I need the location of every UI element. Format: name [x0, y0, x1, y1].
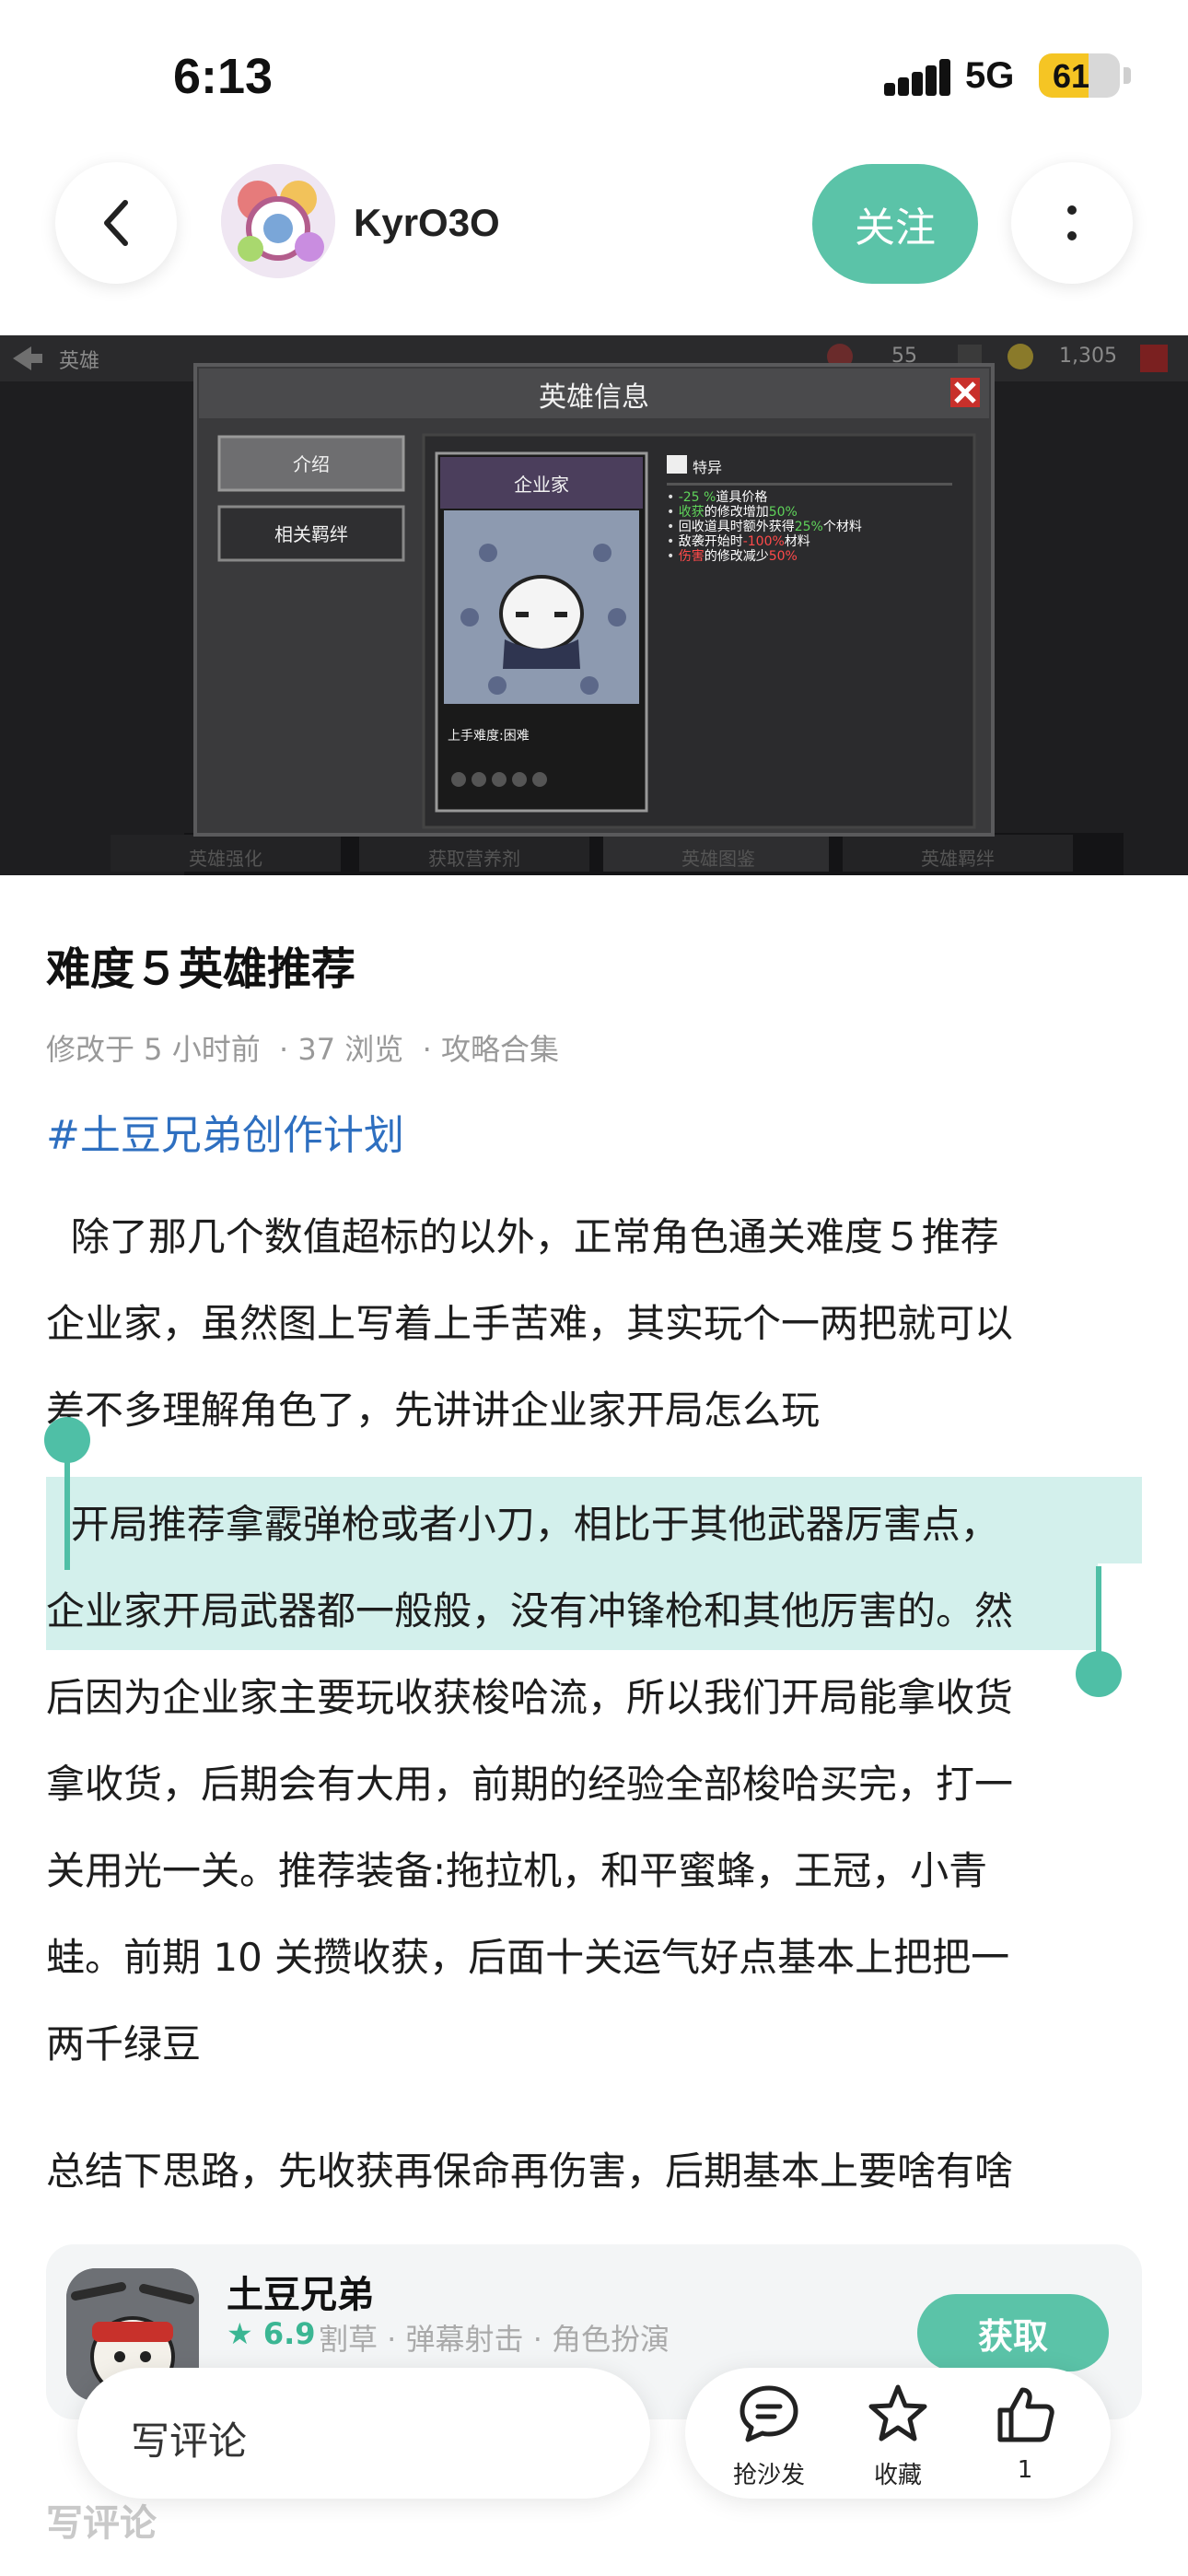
trait-segment: 材料	[784, 534, 810, 549]
like-count: 1	[1017, 2456, 1033, 2484]
username[interactable]: KyrO3O	[354, 201, 500, 245]
selection-start-stem	[64, 1446, 70, 1570]
article-title: 难度５英雄推荐	[46, 943, 356, 995]
battery-level: 61	[1052, 57, 1090, 95]
trait-line: • 收获的修改增加50%	[667, 505, 798, 520]
status-indicators: 5G 61	[884, 52, 1188, 107]
p2-line-1: 开局推荐拿霰弹枪或者小刀，相比于其他武器厉害点，	[46, 1502, 999, 1547]
follow-button[interactable]: 关注	[812, 164, 978, 284]
avatar[interactable]	[221, 164, 335, 278]
favorite-label: 收藏	[873, 2462, 922, 2489]
battery-icon: 61	[1039, 53, 1120, 98]
hero-difficulty: 上手难度:困难	[448, 729, 530, 744]
trait-segment: 的修改增加	[704, 505, 769, 520]
like-button[interactable]: 1	[974, 2381, 1076, 2484]
trait-line: • 伤害的修改减少50%	[667, 549, 798, 564]
p2-selected-text: 企业家开局武器都一般般，没有冲锋枪和其他厉害的。	[46, 1588, 975, 1633]
trait-segment: 道具价格	[716, 490, 768, 505]
trait-segment: 50%	[768, 505, 798, 520]
article-meta: 修改于 5 小时前 · 37 浏览 · 攻略合集	[46, 1032, 559, 1067]
comment-placeholder: 写评论	[131, 2418, 248, 2464]
paragraph-3: 总结下思路，先收获再保命再伤害，后期基本上要啥有啥	[46, 2149, 1014, 2194]
signal-icon	[884, 59, 950, 96]
game-bottom-tab: 英雄强化	[189, 848, 262, 870]
game-top-label: 英雄	[59, 350, 100, 373]
trait-segment: 伤害	[678, 549, 705, 564]
trait-segment: 收获	[678, 505, 705, 520]
game-bottom-tab: 获取营养剂	[428, 848, 520, 870]
game-bottom-tab: 英雄羁绊	[921, 848, 995, 870]
sofa-label: 抢沙发	[732, 2462, 805, 2489]
star-icon	[868, 2384, 927, 2441]
traits-list: • -25 %道具价格 • 收获的修改增加50% • 回收道具时额外获得25%个材料…	[667, 490, 980, 564]
sofa-button[interactable]: 抢沙发	[718, 2381, 820, 2490]
app-name: 土豆兄弟	[227, 2274, 374, 2316]
status-time: 6:13	[173, 49, 274, 104]
game-stat-left: 55	[891, 345, 917, 368]
favorite-button[interactable]: 收藏	[847, 2381, 949, 2490]
paragraph-2: 开局推荐拿霰弹枪或者小刀，相比于其他武器厉害点， 企业家开局武器都一般般，没有冲锋…	[46, 1481, 1142, 2088]
trait-segment: 回收道具时额外获得	[678, 520, 795, 534]
comment-icon	[740, 2385, 798, 2442]
hashtag-link[interactable]: #土豆兄弟创作计划	[46, 1102, 404, 1161]
network-type: 5G	[965, 55, 1015, 96]
trait-segment: -25 %	[678, 490, 716, 505]
game-bottom-tabs: 英雄强化 获取营养剂 英雄图鉴 英雄羁绊	[111, 844, 1073, 875]
back-button[interactable]	[55, 162, 177, 284]
trait-segment: 25%	[794, 520, 823, 534]
selection-end-handle[interactable]	[1076, 1651, 1122, 1697]
tab-bonds: 相关羁绊	[274, 523, 348, 545]
hero-name: 企业家	[514, 474, 569, 496]
tab-intro: 介绍	[293, 453, 330, 475]
comment-section-label: 写评论	[46, 2502, 157, 2545]
trait-segment: 50%	[768, 549, 798, 564]
trait-line: • -25 %道具价格	[667, 490, 768, 505]
traits-title: 特异	[693, 459, 723, 476]
more-button[interactable]	[1011, 162, 1133, 284]
trait-segment: -100%	[742, 534, 785, 549]
trait-segment: 个材料	[822, 520, 862, 534]
game-bottom-tab: 英雄图鉴	[681, 848, 755, 870]
dialog-title: 英雄信息	[539, 381, 649, 414]
paragraph-1: 除了那几个数值超标的以外，正常角色通关难度５推荐 企业家，虽然图上写着上手苦难，其…	[46, 1214, 1014, 1433]
trait-segment: 的修改减少	[704, 549, 769, 564]
app-rating: ★ 6.9	[227, 2316, 316, 2351]
chevron-left-icon	[104, 200, 128, 246]
more-vertical-icon	[1067, 205, 1077, 240]
trait-line: • 敌袭开始时-100%材料	[667, 534, 810, 549]
game-screenshot[interactable]: 英雄 55 1,305 英雄信息 介绍 相关羁绊 企业家 上手难度:困难 特异 …	[0, 335, 1188, 875]
app-tags: 割草 · 弹幕射击 · 角色扮演	[319, 2322, 670, 2357]
game-stat-right: 1,305	[1059, 345, 1117, 368]
trait-segment: 敌袭开始时	[678, 534, 743, 549]
get-app-button[interactable]: 获取	[917, 2294, 1109, 2371]
trait-line: • 回收道具时额外获得25%个材料	[667, 520, 862, 534]
thumbs-up-icon	[997, 2387, 1054, 2442]
p2-line-2-rest: 然	[974, 1588, 1014, 1633]
